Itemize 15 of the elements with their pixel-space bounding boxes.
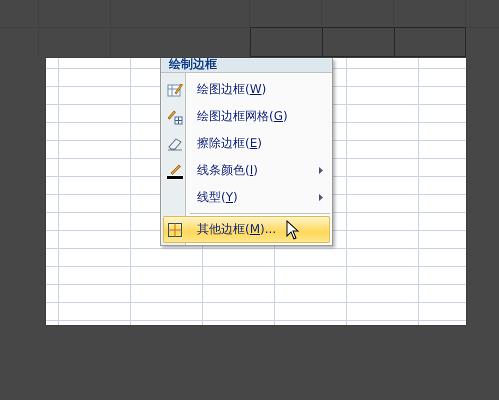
menu-item[interactable]: 其他边框(M)... <box>163 216 330 243</box>
pen-line-icon <box>167 162 183 178</box>
menu-heading: 绘制边框 <box>161 58 332 73</box>
mouse-cursor-icon <box>286 220 299 240</box>
menu-item[interactable]: 线条颜色(I) <box>163 157 330 184</box>
pencil-table-icon <box>167 82 183 98</box>
submenu-arrow-icon <box>319 167 323 174</box>
borders-icon <box>167 222 183 238</box>
menu-item[interactable]: 绘图边框(W) <box>163 76 330 103</box>
pencil-grid-icon <box>167 108 183 124</box>
eraser-icon <box>167 136 183 152</box>
menu-item[interactable]: 擦除边框(E) <box>163 130 330 157</box>
menu-item[interactable]: 线型(Y) <box>163 184 330 211</box>
submenu-arrow-icon <box>319 194 323 201</box>
menu-item[interactable]: 绘图边框网格(G) <box>163 103 330 130</box>
